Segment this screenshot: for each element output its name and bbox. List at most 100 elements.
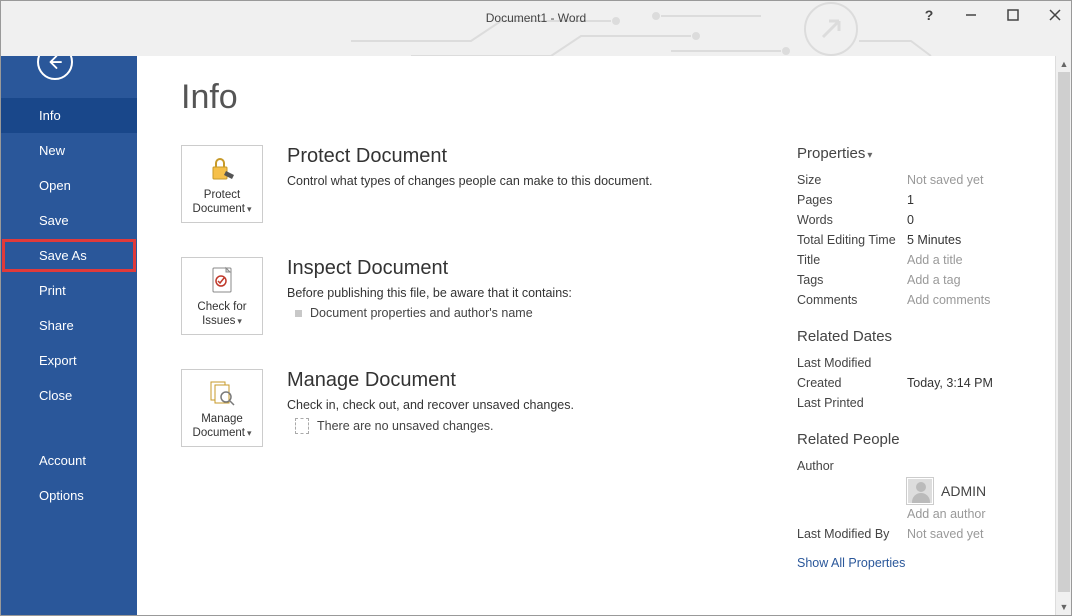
tile-label: Protect Document [193, 189, 245, 215]
scroll-up-button[interactable]: ▲ [1056, 56, 1071, 72]
sidebar-item-label: Open [39, 178, 71, 193]
scrollbar-thumb[interactable] [1058, 72, 1070, 592]
properties-header-label: Properties [797, 145, 865, 162]
related-people-header: Related People [797, 431, 1045, 448]
sidebar-item-label: Save As [39, 248, 87, 263]
prop-label: Created [797, 376, 907, 390]
chevron-down-icon: ▾ [237, 316, 242, 326]
bullet-text: Document properties and author's name [310, 306, 533, 320]
page-title: Info [181, 78, 1059, 117]
bullet-icon [295, 310, 302, 317]
document-check-icon [206, 265, 238, 297]
properties-dropdown[interactable]: Properties▾ [797, 145, 1045, 162]
add-author[interactable]: Add an author [907, 504, 1045, 524]
section-title: Protect Document [287, 145, 777, 168]
sidebar-item-options[interactable]: Options [1, 478, 137, 513]
help-button[interactable]: ? [919, 5, 939, 25]
sidebar-item-close[interactable]: Close [1, 378, 137, 413]
prop-row-edit-time: Total Editing Time5 Minutes [797, 230, 1045, 250]
prop-row-last-modified: Last Modified [797, 353, 1045, 373]
window-title: Document1 - Word [1, 11, 1071, 25]
tile-label: Manage Document [193, 413, 245, 439]
backstage-sidebar: Info New Open Save Save As Print Share E… [1, 56, 137, 615]
prop-value: Add a tag [907, 273, 961, 287]
prop-row-last-printed: Last Printed [797, 393, 1045, 413]
chevron-down-icon: ▾ [247, 428, 252, 438]
add-author-label: Add an author [907, 507, 986, 521]
titlebar: Document1 - Word ? [1, 1, 1071, 56]
sidebar-item-info[interactable]: Info [1, 98, 137, 133]
prop-row-created: CreatedToday, 3:14 PM [797, 373, 1045, 393]
sidebar-item-label: Export [39, 353, 77, 368]
window-controls: ? [919, 5, 1065, 25]
section-inspect: Check for Issues▾ Inspect Document Befor… [181, 257, 777, 335]
prop-label: Words [797, 213, 907, 227]
sidebar-item-label: Share [39, 318, 74, 333]
sidebar-item-new[interactable]: New [1, 133, 137, 168]
prop-row-title[interactable]: TitleAdd a title [797, 250, 1045, 270]
body: Info New Open Save Save As Print Share E… [1, 56, 1071, 615]
section-title: Inspect Document [287, 257, 777, 280]
main-panel: Info Protect Document▾ [137, 56, 1071, 615]
prop-label: Title [797, 253, 907, 267]
prop-row-author: Author [797, 456, 1045, 476]
prop-row-pages: Pages1 [797, 190, 1045, 210]
prop-value: Today, 3:14 PM [907, 376, 993, 390]
sidebar-item-save[interactable]: Save [1, 203, 137, 238]
prop-label: Size [797, 173, 907, 187]
protect-document-tile[interactable]: Protect Document▾ [181, 145, 263, 223]
prop-row-tags[interactable]: TagsAdd a tag [797, 270, 1045, 290]
prop-value: Add a title [907, 253, 963, 267]
prop-row-comments[interactable]: CommentsAdd comments [797, 290, 1045, 310]
related-dates-header: Related Dates [797, 328, 1045, 345]
chevron-down-icon: ▾ [867, 150, 872, 161]
sidebar-item-label: Info [39, 108, 61, 123]
minimize-button[interactable] [961, 5, 981, 25]
section-desc: Control what types of changes people can… [287, 174, 777, 188]
sidebar-item-label: Close [39, 388, 72, 403]
sidebar-item-export[interactable]: Export [1, 343, 137, 378]
prop-value: 1 [907, 193, 914, 207]
manage-note: There are no unsaved changes. [287, 418, 777, 434]
prop-label: Last Printed [797, 396, 907, 410]
show-all-properties-link[interactable]: Show All Properties [797, 556, 905, 570]
prop-label: Total Editing Time [797, 233, 907, 247]
sidebar-item-save-as[interactable]: Save As [1, 238, 137, 273]
lock-icon [206, 153, 238, 185]
avatar-icon [907, 478, 933, 504]
section-desc: Before publishing this file, be aware th… [287, 286, 777, 300]
prop-label: Tags [797, 273, 907, 287]
prop-row-size: SizeNot saved yet [797, 170, 1045, 190]
prop-value: 5 Minutes [907, 233, 961, 247]
prop-value: Add comments [907, 293, 990, 307]
vertical-scrollbar[interactable]: ▲ ▼ [1055, 56, 1071, 615]
prop-value: Not saved yet [907, 173, 983, 187]
prop-label: Last Modified [797, 356, 907, 370]
backstage-window: Document1 - Word ? Info New Open Sav [0, 0, 1072, 616]
section-title: Manage Document [287, 369, 777, 392]
check-for-issues-tile[interactable]: Check for Issues▾ [181, 257, 263, 335]
prop-label: Author [797, 459, 907, 473]
close-button[interactable] [1045, 5, 1065, 25]
scroll-down-button[interactable]: ▼ [1056, 599, 1071, 615]
sidebar-item-label: Account [39, 453, 86, 468]
sidebar-item-account[interactable]: Account [1, 443, 137, 478]
prop-value: 0 [907, 213, 914, 227]
chevron-down-icon: ▾ [247, 204, 252, 214]
author-chip[interactable]: ADMIN [907, 478, 1045, 504]
prop-row-last-modified-by: Last Modified By Not saved yet [797, 524, 1045, 544]
maximize-button[interactable] [1003, 5, 1023, 25]
inspect-bullet: Document properties and author's name [287, 306, 777, 320]
sidebar-item-share[interactable]: Share [1, 308, 137, 343]
prop-label: Comments [797, 293, 907, 307]
prop-value: Not saved yet [907, 527, 983, 541]
properties-panel: Properties▾ SizeNot saved yet Pages1 Wor… [797, 145, 1059, 605]
section-protect: Protect Document▾ Protect Document Contr… [181, 145, 777, 223]
manage-document-tile[interactable]: Manage Document▾ [181, 369, 263, 447]
sidebar-item-print[interactable]: Print [1, 273, 137, 308]
prop-row-words: Words0 [797, 210, 1045, 230]
sidebar-item-label: Save [39, 213, 69, 228]
prop-label: Pages [797, 193, 907, 207]
sidebar-item-open[interactable]: Open [1, 168, 137, 203]
document-stack-icon [206, 377, 238, 409]
